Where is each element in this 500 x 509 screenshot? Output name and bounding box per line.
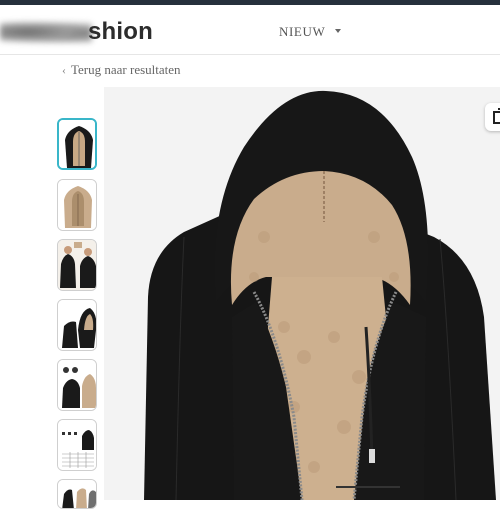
thumbnail-4[interactable] (57, 299, 97, 351)
chevron-left-icon: ‹ (62, 62, 66, 77)
thumbnail-3[interactable] (57, 239, 97, 291)
thumbnail-7[interactable] (57, 479, 97, 509)
hoodie-illustration (104, 87, 500, 500)
thumbnail-image (59, 120, 95, 168)
thumbnail-6[interactable] (57, 419, 97, 471)
thumbnail-5[interactable] (57, 359, 97, 411)
share-icon (493, 108, 500, 124)
back-to-results-link[interactable]: ‹ Terug naar resultaten (62, 62, 181, 78)
share-button[interactable] (485, 103, 500, 131)
nav-dropdown-nieuw[interactable]: NIEUW (279, 24, 342, 40)
thumbnail-2[interactable] (57, 179, 97, 231)
thumbnail-image (58, 300, 96, 350)
thumbnail-image (58, 480, 96, 508)
blurred-logo-mark (0, 21, 92, 43)
thumbnail-image (58, 420, 96, 470)
brand-name: shion (88, 18, 153, 45)
site-header: shion NIEUW (0, 5, 500, 55)
thumbnail-1[interactable] (57, 118, 97, 170)
back-link-label: Terug naar resultaten (71, 62, 181, 77)
brand-logo[interactable]: shion (0, 11, 160, 51)
nav-label: NIEUW (279, 24, 326, 39)
thumbnail-image (58, 180, 96, 230)
main-product-image[interactable] (104, 87, 500, 500)
thumbnail-image (58, 240, 96, 290)
caret-down-icon (335, 28, 342, 33)
thumbnail-image (58, 360, 96, 410)
